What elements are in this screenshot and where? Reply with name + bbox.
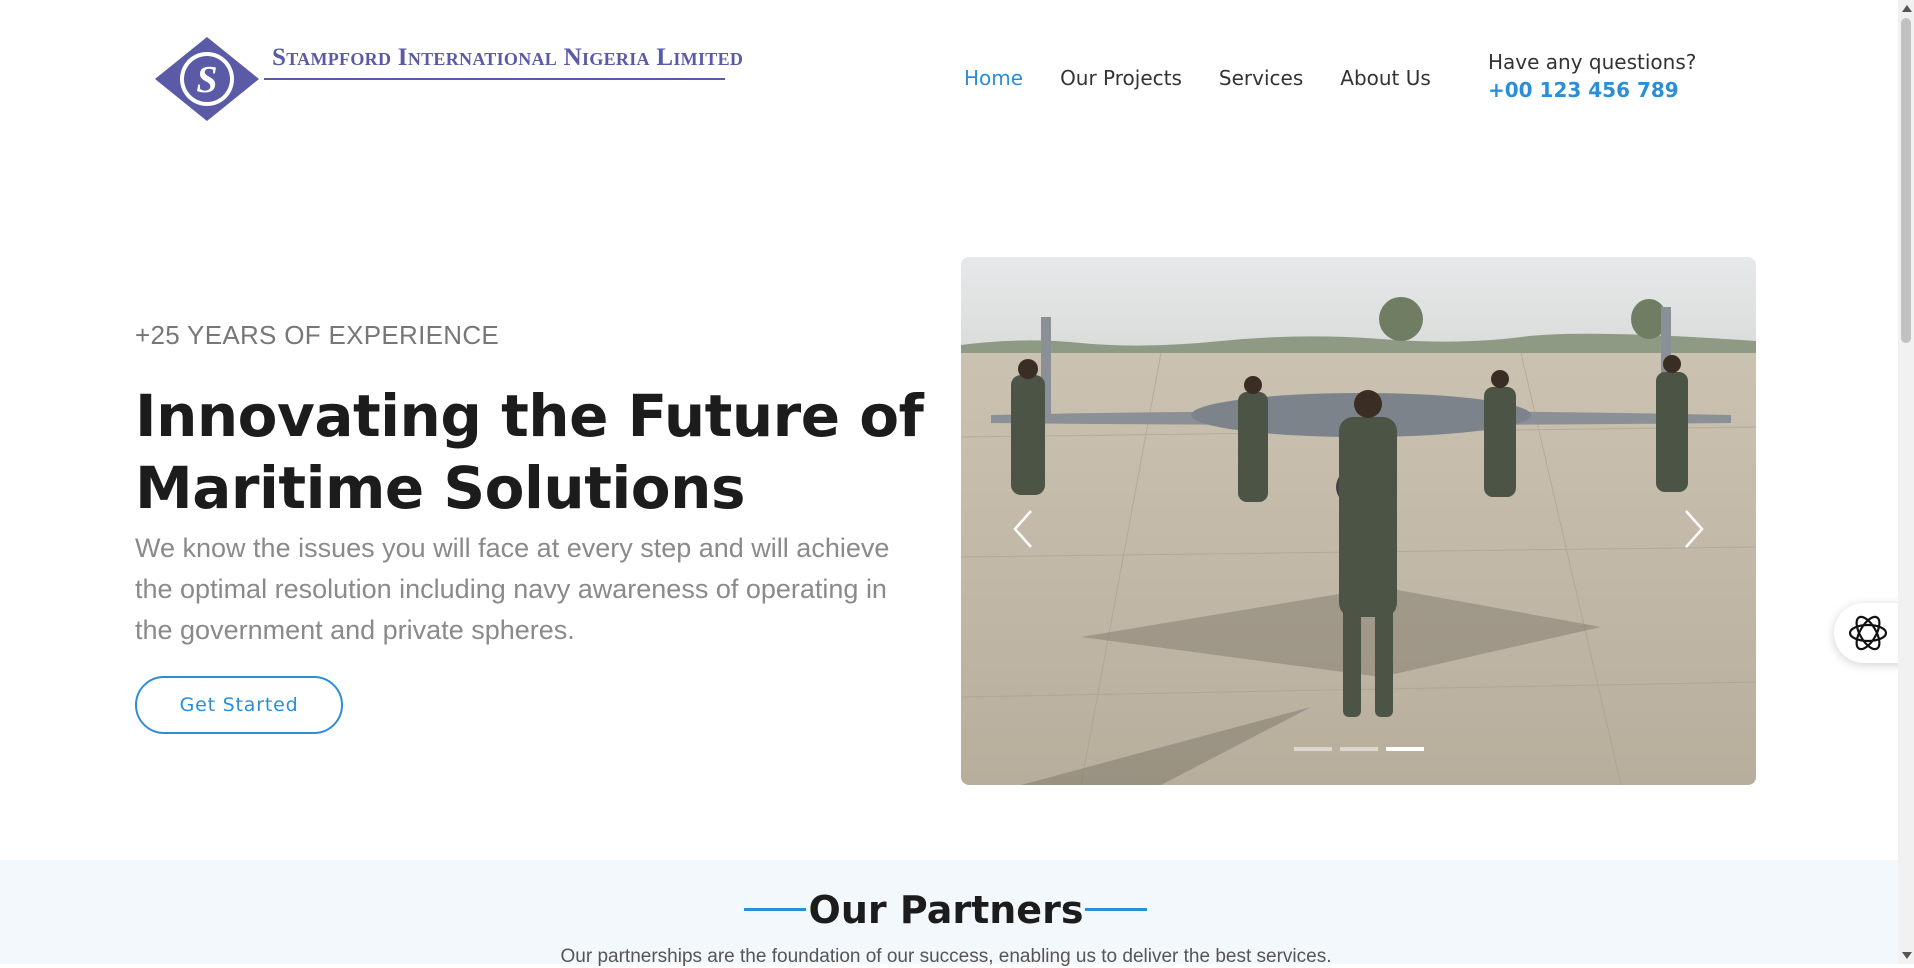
brand-underline [264,78,725,80]
scroll-down-arrow-icon[interactable] [1902,952,1912,959]
nav-our-projects[interactable]: Our Projects [1060,66,1182,90]
hero-carousel[interactable] [961,257,1756,785]
get-started-button[interactable]: Get Started [135,676,343,734]
carousel-indicator-3[interactable] [1386,747,1424,751]
hero-description: We know the issues you will face at ever… [135,533,890,645]
contact-block: Have any questions? +00 123 456 789 [1488,50,1696,102]
svg-text:S: S [196,59,217,101]
carousel-slide-image [961,257,1756,785]
nav-services[interactable]: Services [1219,66,1303,90]
hero-eyebrow: +25 YEARS OF EXPERIENCE [135,320,500,350]
chevron-right-icon[interactable] [1674,499,1714,559]
partners-subtitle: Our partnerships are the foundation of o… [560,946,1332,967]
carousel-indicator-1[interactable] [1294,747,1332,751]
scroll-up-arrow-icon[interactable] [1902,5,1912,12]
ai-assistant-icon [1848,615,1888,651]
carousel-indicators [1294,747,1424,751]
brand-name: Stampford International Nigeria Limited [272,44,744,71]
partners-title: Our Partners [808,888,1084,932]
main-nav: Home Our Projects Services About Us [964,66,1431,90]
hero-title-line-2: Maritime Solutions [135,454,745,522]
brand-logo[interactable]: S Stampford International Nigeria Limite… [152,34,743,124]
contact-phone-link[interactable]: +00 123 456 789 [1488,78,1696,102]
chevron-left-icon[interactable] [1003,499,1043,559]
partners-section: Our Partners Our partnerships are the fo… [0,860,1898,967]
nav-home[interactable]: Home [964,66,1023,90]
contact-question: Have any questions? [1488,50,1697,74]
hero-title-line-1: Innovating the Future of [135,382,924,450]
hero-title: Innovating the Future of Maritime Soluti… [135,380,935,524]
scroll-thumb[interactable] [1901,18,1911,343]
page-scrollbar[interactable] [1898,0,1914,964]
nav-about-us[interactable]: About Us [1340,66,1431,90]
carousel-indicator-2[interactable] [1340,747,1378,751]
logo-emblem-icon: S [155,37,259,121]
title-rule-right [1085,908,1147,911]
